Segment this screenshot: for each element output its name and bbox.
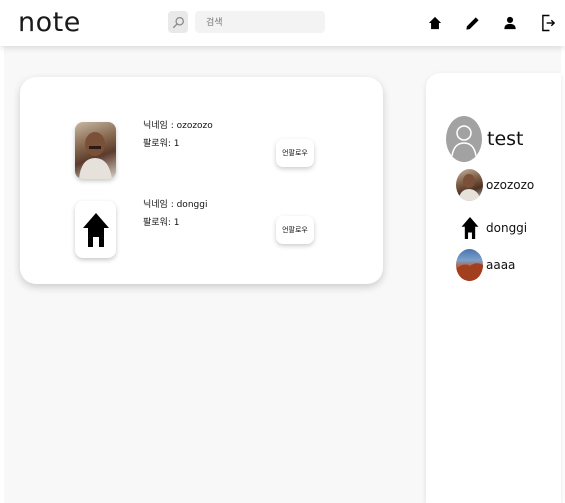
friend-avatar bbox=[456, 169, 483, 201]
friend-avatar bbox=[456, 212, 483, 244]
nav-home-button[interactable] bbox=[425, 13, 445, 33]
app-logo[interactable]: note bbox=[18, 7, 81, 38]
pencil-icon bbox=[465, 16, 479, 30]
unfollow-button[interactable]: 언팔로우 bbox=[276, 139, 314, 167]
friends-sidebar: test ozozozo donggi aaaa bbox=[426, 73, 561, 503]
friend-name: ozozozo bbox=[486, 178, 535, 192]
person-photo-icon bbox=[79, 132, 112, 179]
home-icon bbox=[82, 212, 109, 247]
friend-avatar bbox=[456, 249, 483, 281]
friend-name: aaaa bbox=[486, 258, 516, 272]
following-followers: 팔로워: 1 bbox=[143, 218, 180, 228]
nav-write-button[interactable] bbox=[462, 13, 482, 33]
following-nickname: 닉네임 : donggi bbox=[143, 200, 208, 210]
default-user-icon bbox=[451, 125, 477, 157]
friend-name: donggi bbox=[486, 221, 528, 235]
following-avatar-photo[interactable] bbox=[75, 122, 116, 179]
following-followers: 팔로워: 1 bbox=[143, 139, 180, 149]
my-username: test bbox=[487, 128, 524, 150]
nav-logout-button[interactable] bbox=[538, 13, 558, 33]
friend-item[interactable]: donggi bbox=[456, 212, 556, 244]
search-input[interactable] bbox=[195, 11, 325, 33]
friend-item[interactable]: aaaa bbox=[456, 249, 556, 281]
logout-icon bbox=[541, 14, 555, 32]
landscape-photo-icon bbox=[456, 263, 483, 281]
nav-profile-button[interactable] bbox=[500, 13, 520, 33]
person-photo-icon bbox=[458, 174, 481, 201]
home-icon bbox=[461, 217, 478, 239]
following-avatar-home[interactable] bbox=[75, 201, 116, 258]
following-nickname: 닉네임 : ozozozo bbox=[143, 121, 213, 131]
following-list-card: 닉네임 : ozozozo 팔로워: 1 언팔로우 닉네임 : donggi 팔… bbox=[20, 77, 383, 284]
user-icon bbox=[504, 16, 516, 30]
unfollow-button[interactable]: 언팔로우 bbox=[276, 216, 314, 244]
search-icon bbox=[172, 16, 184, 28]
friend-item[interactable]: ozozozo bbox=[456, 169, 556, 201]
top-header: note bbox=[0, 0, 565, 46]
main-content: 닉네임 : ozozozo 팔로워: 1 언팔로우 닉네임 : donggi 팔… bbox=[4, 46, 561, 503]
search-button[interactable] bbox=[168, 11, 188, 33]
my-avatar[interactable] bbox=[446, 116, 482, 162]
home-icon bbox=[428, 16, 442, 30]
